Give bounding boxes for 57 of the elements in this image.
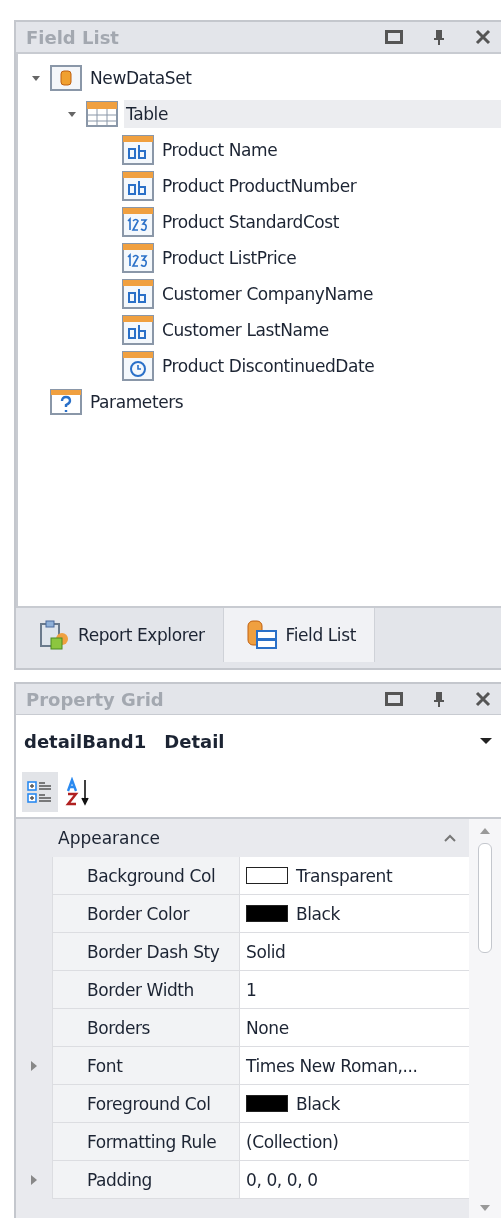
tree-item[interactable]: Parameters (88, 388, 501, 416)
expand-arrow-icon[interactable] (30, 1060, 38, 1072)
property-name: Foreground Col (52, 1085, 240, 1123)
close-icon[interactable] (475, 691, 491, 707)
property-name: Background Col (52, 857, 240, 895)
category-header: Appearance (58, 828, 161, 848)
property-name: Padding (52, 1161, 240, 1199)
property-value[interactable]: Black (296, 1093, 340, 1114)
panel-title: Field List (26, 26, 120, 48)
property-value[interactable]: 0, 0, 0, 0 (246, 1169, 318, 1190)
expand-arrow-icon[interactable] (30, 1174, 38, 1186)
tree-item[interactable]: Product StandardCost (160, 208, 501, 236)
property-name: Border Width (52, 971, 240, 1009)
property-name: Border Color (52, 895, 240, 933)
tree-item[interactable]: Table (124, 100, 501, 128)
scrollbar[interactable] (469, 819, 501, 1218)
close-icon[interactable] (475, 29, 491, 45)
number-field-icon (122, 207, 154, 237)
collapse-chevron-icon[interactable] (443, 833, 457, 843)
property-value[interactable]: Solid (246, 941, 286, 962)
property-value[interactable]: Black (296, 903, 340, 924)
tree-item[interactable]: Product ProductNumber (160, 172, 501, 200)
property-name: Formatting Rule (52, 1123, 240, 1161)
property-name: Border Dash Sty (52, 933, 240, 971)
panel-tab[interactable]: Field List (223, 608, 375, 662)
pin-icon[interactable] (433, 691, 445, 707)
text-field-icon (122, 315, 154, 345)
tree-item[interactable]: Product ListPrice (160, 244, 501, 272)
database-fields-icon (245, 619, 278, 651)
number-field-icon (122, 243, 154, 273)
database-icon (50, 65, 82, 91)
maximize-icon[interactable] (385, 30, 403, 44)
text-field-icon (122, 135, 154, 165)
table-icon (86, 101, 118, 127)
tree-item[interactable]: NewDataSet (88, 64, 501, 92)
property-value[interactable]: 1 (246, 979, 257, 1000)
scroll-thumb[interactable] (478, 843, 492, 953)
clock-icon (122, 351, 154, 381)
tree-item[interactable]: Product Name (160, 136, 501, 164)
maximize-icon[interactable] (385, 692, 403, 706)
tree-item[interactable]: Product DiscontinuedDate (160, 352, 501, 380)
text-field-icon (122, 171, 154, 201)
clipboard-icon (38, 619, 70, 651)
object-selector[interactable]: detailBand1 Detail (16, 714, 501, 767)
property-name: Font (52, 1047, 240, 1085)
tree-item[interactable]: Customer CompanyName (160, 280, 501, 308)
scroll-down-icon[interactable] (479, 1204, 491, 1212)
question-icon (50, 389, 82, 415)
pin-icon[interactable] (433, 29, 445, 45)
panel-title: Property Grid (26, 688, 165, 710)
scroll-up-icon[interactable] (479, 827, 491, 835)
tree-item[interactable]: Customer LastName (160, 316, 501, 344)
categorized-button[interactable] (22, 772, 58, 812)
text-field-icon (122, 279, 154, 309)
dropdown-caret-icon[interactable] (479, 737, 493, 745)
property-name: Borders (52, 1009, 240, 1047)
property-value[interactable]: None (246, 1017, 289, 1038)
